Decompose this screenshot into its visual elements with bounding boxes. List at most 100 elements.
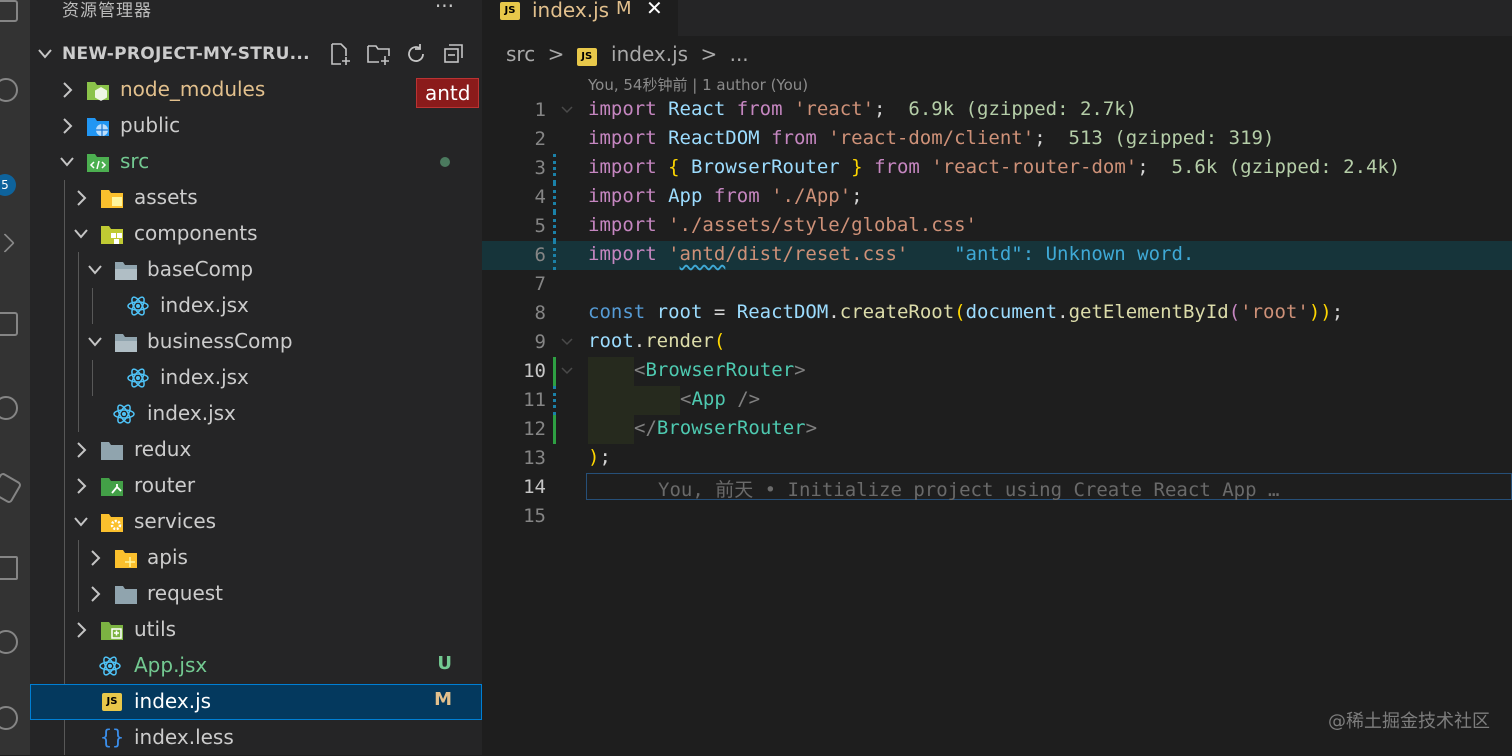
tree-item-app-jsx[interactable]: App.jsx U [30, 648, 482, 684]
utils-folder-icon [100, 619, 123, 641]
modified-dot [440, 157, 450, 167]
code-line: 13 ); [482, 444, 1512, 473]
tree-item-label: index.jsx [160, 293, 249, 317]
collapse-all-icon[interactable] [442, 42, 466, 66]
editor-panel: JS index.js M ✕ src > JS index.js > ... … [482, 0, 1512, 755]
chevron-down-icon[interactable] [560, 102, 574, 116]
gutter-added-marker [553, 357, 556, 386]
modified-badge: M [434, 689, 452, 710]
tree-item-businesscomp-index[interactable]: index.jsx [30, 360, 482, 396]
tree-item-businesscomp[interactable]: businessComp [30, 324, 482, 360]
untracked-badge: U [437, 653, 452, 674]
import-cost: 5.6k (gzipped: 2.4k) [1171, 156, 1401, 178]
code-line: 10 <BrowserRouter> [482, 357, 1512, 386]
tree-item-components[interactable]: components [30, 216, 482, 252]
run-debug-icon[interactable] [0, 233, 15, 253]
tree-item-redux[interactable]: redux [30, 432, 482, 468]
line-number: 8 [534, 302, 546, 324]
code-text: ); [588, 446, 611, 468]
code-line: 8 const root = ReactDOM.createRoot(docum… [482, 299, 1512, 328]
new-file-icon[interactable] [328, 42, 352, 66]
code-text: </BrowserRouter> [634, 417, 818, 439]
tree-item-node-modules[interactable]: node_modules [30, 72, 482, 108]
tree-item-components-index[interactable]: index.jsx [30, 396, 482, 432]
search-icon[interactable] [0, 78, 18, 102]
close-icon[interactable]: ✕ [646, 0, 663, 20]
breadcrumb-folder[interactable]: src [506, 42, 535, 66]
account-icon[interactable] [0, 706, 18, 730]
new-folder-icon[interactable] [366, 42, 390, 66]
tree-item-label: baseComp [147, 257, 254, 281]
tree-item-label: components [134, 221, 258, 245]
chevron-down-icon[interactable] [560, 363, 574, 377]
explorer-panel: 资源管理器 ··· NEW-PROJECT-MY-STRU... node_mo… [30, 0, 482, 755]
chevron-right-icon [60, 116, 74, 136]
tree-item-label: src [120, 149, 150, 173]
project-header[interactable]: NEW-PROJECT-MY-STRU... [30, 36, 482, 72]
line-number: 5 [534, 215, 546, 237]
line-number: 7 [534, 273, 546, 295]
chevron-down-icon [88, 260, 102, 280]
chevron-right-icon [88, 548, 102, 568]
gutter-change-marker [553, 241, 559, 270]
line-number: 4 [534, 186, 546, 208]
breadcrumb-separator: > [547, 42, 565, 66]
tree-item-router[interactable]: router [30, 468, 482, 504]
chevron-down-icon[interactable] [560, 334, 574, 348]
tree-item-label: index.jsx [160, 365, 249, 389]
router-folder-icon [100, 475, 123, 497]
files-icon[interactable] [0, 556, 18, 580]
services-folder-icon [100, 511, 123, 533]
docker-icon[interactable] [0, 471, 23, 505]
tree-item-label: index.js [134, 689, 212, 713]
chevron-down-icon [88, 332, 102, 352]
tab-index-js[interactable]: JS index.js M ✕ [482, 0, 678, 36]
refresh-icon[interactable] [404, 42, 428, 66]
tree-item-request[interactable]: request [30, 576, 482, 612]
react-icon [98, 655, 121, 677]
breadcrumb-file[interactable]: index.js [611, 42, 688, 66]
chevron-right-icon [74, 440, 88, 460]
tree-item-apis[interactable]: apis [30, 540, 482, 576]
explorer-title: 资源管理器 [62, 1, 152, 21]
tree-item-label: request [147, 581, 224, 605]
line-number: 11 [523, 389, 546, 411]
line-number: 14 [523, 476, 546, 498]
tree-item-utils[interactable]: utils [30, 612, 482, 648]
folder-open-icon [114, 331, 137, 353]
line-number: 9 [534, 331, 546, 353]
gutter-change-marker [553, 386, 559, 415]
node-folder-icon [86, 79, 109, 101]
components-folder-icon [100, 223, 123, 245]
tree-item-public[interactable]: public [30, 108, 482, 144]
codelens-blame[interactable]: You, 54秒钟前 | 1 author (You) [588, 74, 808, 95]
extensions-icon[interactable] [0, 312, 18, 336]
chevron-right-icon [74, 476, 88, 496]
indent-highlight [588, 357, 634, 386]
gutter-added-marker [553, 415, 556, 444]
chevron-right-icon [88, 584, 102, 604]
chat-icon[interactable] [0, 630, 18, 654]
tree-item-src[interactable]: src [30, 144, 482, 180]
tree-item-index-js[interactable]: JS index.js M [30, 684, 482, 720]
tree-item-basecomp[interactable]: baseComp [30, 252, 482, 288]
explorer-icon[interactable] [0, 0, 18, 22]
tree-item-services[interactable]: services [30, 504, 482, 540]
tree-item-assets[interactable]: assets [30, 180, 482, 216]
react-icon [126, 295, 149, 317]
indent-highlight [588, 415, 634, 444]
indent-highlight [588, 386, 634, 415]
line-number: 6 [534, 244, 546, 266]
explorer-more-button[interactable]: ··· [435, 0, 454, 18]
tree-item-index-less[interactable]: {} index.less [30, 720, 482, 756]
line-number: 2 [534, 128, 546, 150]
chevron-down-icon [60, 152, 74, 172]
tree-item-label: index.jsx [147, 401, 236, 425]
tree-item-basecomp-index[interactable]: index.jsx [30, 288, 482, 324]
remote-icon[interactable] [0, 396, 18, 420]
chevron-right-icon [74, 620, 88, 640]
antd-highlight-label: antd [416, 78, 480, 108]
tree-item-label: public [120, 113, 181, 137]
breadcrumb-more[interactable]: ... [730, 42, 749, 66]
folder-icon [114, 583, 137, 605]
